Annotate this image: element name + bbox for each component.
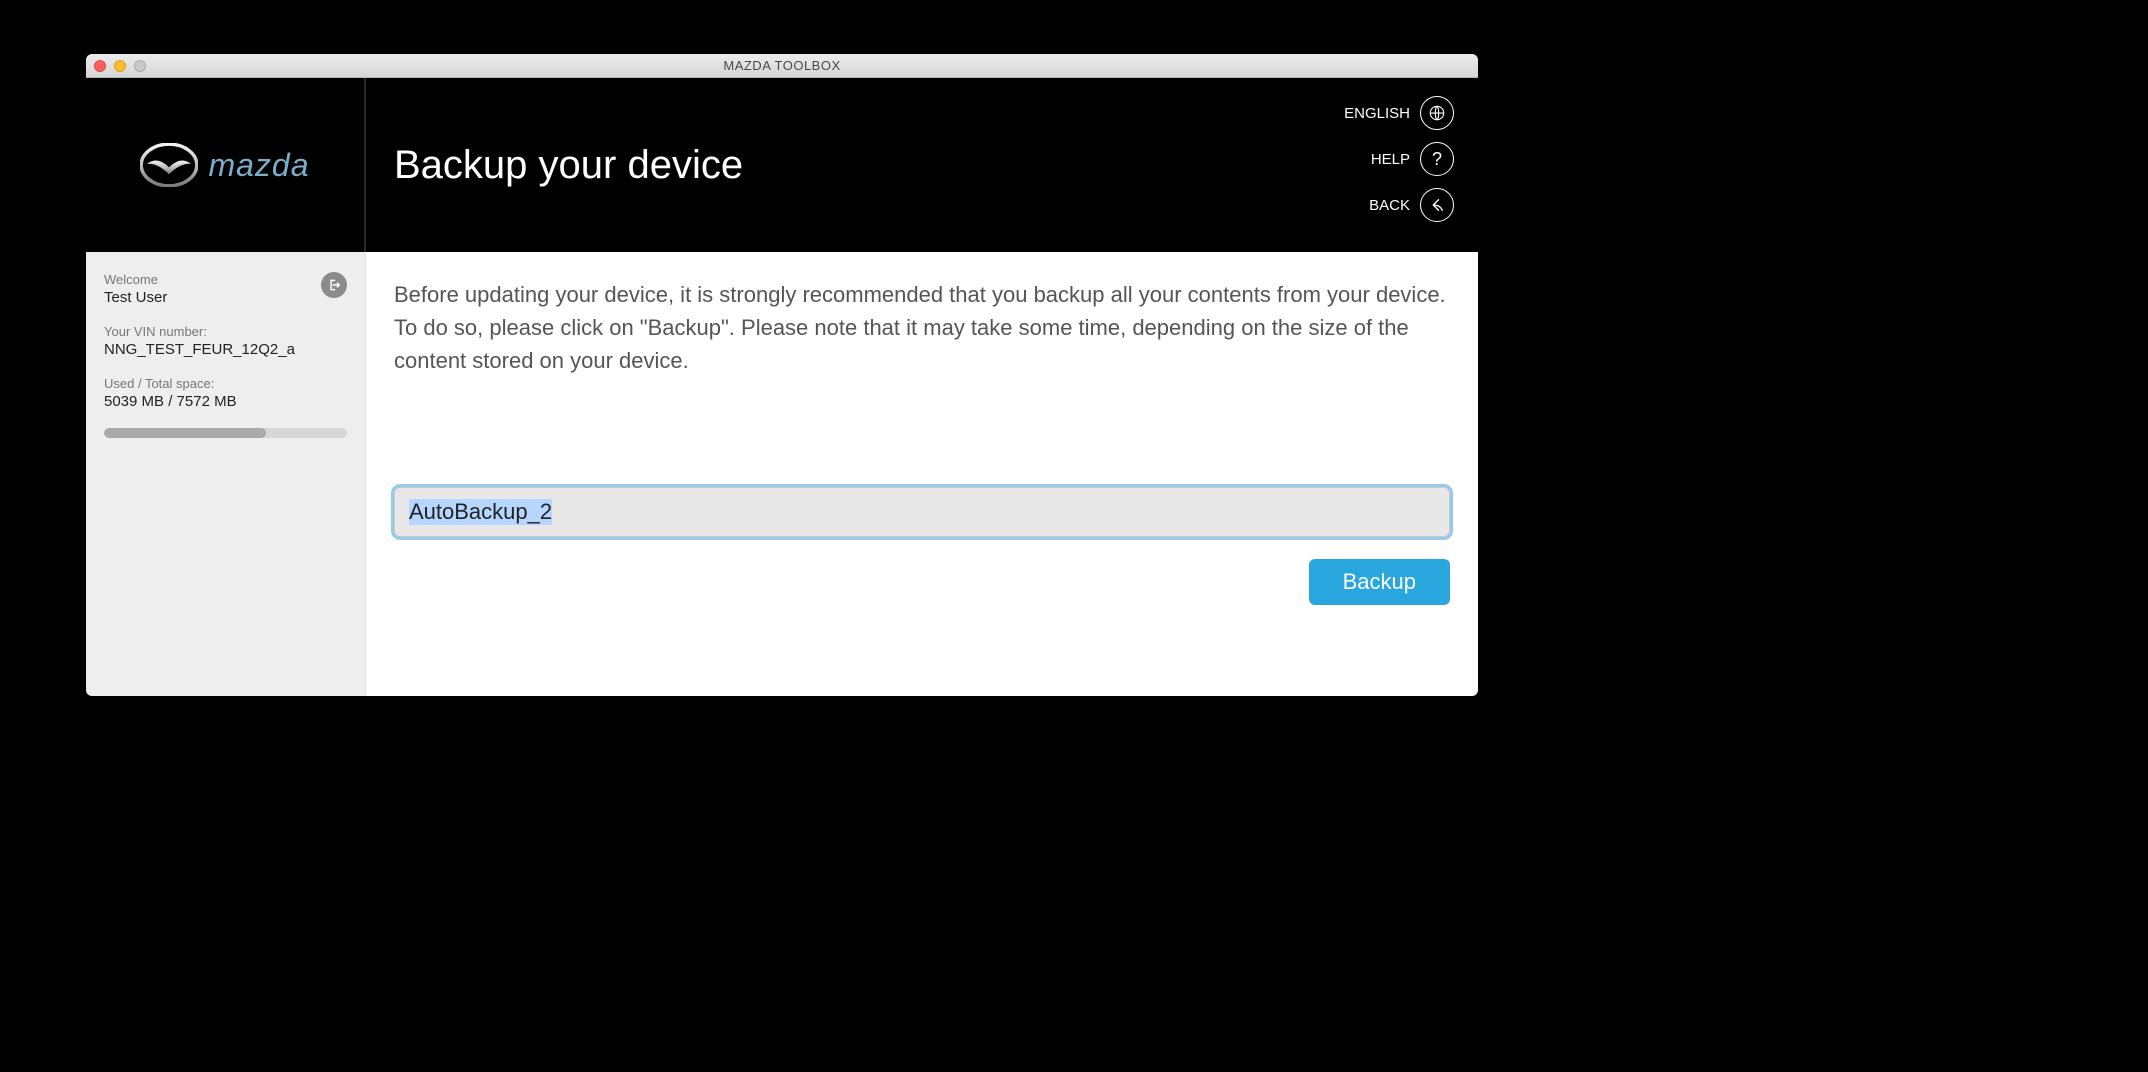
vin-value: NNG_TEST_FEUR_12Q2_a xyxy=(104,341,347,358)
back-arrow-icon xyxy=(1420,188,1454,222)
window-controls xyxy=(94,60,146,72)
vin-label: Your VIN number: xyxy=(104,324,347,339)
page-title: Backup your device xyxy=(394,143,743,188)
back-button[interactable]: BACK xyxy=(1369,188,1454,222)
logout-icon xyxy=(327,278,341,292)
close-window-button[interactable] xyxy=(94,60,106,72)
minimize-window-button[interactable] xyxy=(114,60,126,72)
app-body: mazda Welcome Test User Your V xyxy=(86,78,1478,696)
zoom-window-button[interactable] xyxy=(134,60,146,72)
header-actions: ENGLISH HELP ? BACK xyxy=(1344,96,1454,222)
help-icon: ? xyxy=(1420,142,1454,176)
space-label: Used / Total space: xyxy=(104,376,347,391)
left-column: mazda Welcome Test User Your V xyxy=(86,78,366,696)
brand-area: mazda xyxy=(86,78,366,252)
mazda-wing-icon xyxy=(140,143,198,187)
titlebar: MAZDA TOOLBOX xyxy=(86,54,1478,78)
window-title: MAZDA TOOLBOX xyxy=(86,58,1478,73)
language-label: ENGLISH xyxy=(1344,105,1410,122)
backup-description: Before updating your device, it is stron… xyxy=(394,278,1450,377)
page-header: Backup your device ENGLISH HELP ? xyxy=(366,78,1478,252)
help-label: HELP xyxy=(1371,151,1410,168)
app-window: MAZDA TOOLBOX xyxy=(86,54,1478,696)
user-name: Test User xyxy=(104,289,167,306)
backup-name-input[interactable] xyxy=(394,487,1450,537)
sidebar: Welcome Test User Your VIN number: NNG_T… xyxy=(86,252,366,696)
language-button[interactable]: ENGLISH xyxy=(1344,96,1454,130)
space-value: 5039 MB / 7572 MB xyxy=(104,393,347,410)
right-column: Backup your device ENGLISH HELP ? xyxy=(366,78,1478,696)
storage-progress-fill xyxy=(104,428,266,438)
help-button[interactable]: HELP ? xyxy=(1371,142,1454,176)
mazda-wordmark: mazda xyxy=(208,147,309,184)
globe-icon xyxy=(1420,96,1454,130)
mazda-logo: mazda xyxy=(140,143,309,187)
back-label: BACK xyxy=(1369,197,1410,214)
logout-button[interactable] xyxy=(321,272,347,298)
welcome-label: Welcome xyxy=(104,272,167,287)
storage-progress xyxy=(104,428,347,438)
main-content: Before updating your device, it is stron… xyxy=(366,252,1478,696)
backup-button[interactable]: Backup xyxy=(1309,559,1450,605)
